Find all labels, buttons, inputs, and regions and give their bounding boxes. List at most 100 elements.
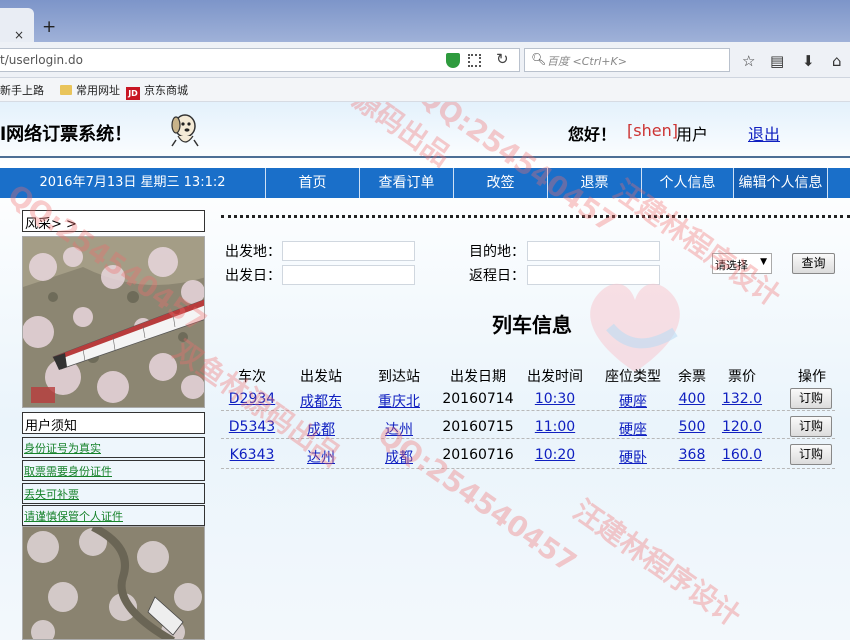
notice-section-title: 用户须知 <box>22 412 205 434</box>
dropdown-arrow-icon: ▼ <box>760 257 767 267</box>
menu-item-home[interactable]: 首页 <box>266 168 360 198</box>
jd-icon: JD <box>126 87 140 100</box>
column-header: 车次 <box>238 369 266 385</box>
column-header: 票价 <box>728 369 756 385</box>
bookmarks-bar: 新手上路 常用网址 JD 京东商城 <box>0 78 850 102</box>
remaining-tickets-link[interactable]: 500 <box>672 419 712 435</box>
bookmark-item[interactable]: 常用网址 <box>60 82 120 98</box>
arrival-station-link[interactable]: 成都 <box>368 447 430 467</box>
row-divider <box>221 438 835 439</box>
row-divider <box>221 410 835 411</box>
browser-nav-bar: t/userlogin.do ↻ 🔍︎ 百度 <Ctrl+K> ☆ ▤ ⬇ ⌂ <box>0 42 850 78</box>
return-date-label: 返程日： <box>469 268 525 284</box>
notice-link[interactable]: 身份证号为真实 <box>22 437 205 458</box>
tab-close-icon[interactable]: × <box>14 28 24 42</box>
train-photo <box>22 236 205 408</box>
remaining-tickets-link[interactable]: 368 <box>672 447 712 463</box>
search-box[interactable]: 🔍︎ 百度 <Ctrl+K> <box>524 48 730 72</box>
browser-tab[interactable]: × <box>0 8 34 42</box>
home-icon[interactable]: ⌂ <box>832 52 842 70</box>
reload-icon[interactable]: ↻ <box>496 50 509 68</box>
great-wall-photo <box>22 526 205 640</box>
departure-station-link[interactable]: 成都 <box>290 419 352 439</box>
departure-date-input[interactable] <box>282 265 415 285</box>
bookmark-label: 京东商城 <box>144 84 188 97</box>
departure-station-link[interactable]: 成都东 <box>290 391 352 411</box>
seat-type-link[interactable]: 硬卧 <box>596 447 670 467</box>
dotted-divider <box>221 215 850 218</box>
departure-station-label: 出发地： <box>225 244 281 260</box>
remaining-tickets-link[interactable]: 400 <box>672 391 712 407</box>
menu-item-orders[interactable]: 查看订单 <box>360 168 454 198</box>
menu-item-edit-profile[interactable]: 编辑个人信息 <box>734 168 828 198</box>
menu-item-change-ticket[interactable]: 改签 <box>454 168 548 198</box>
search-placeholder: 百度 <Ctrl+K> <box>547 55 627 68</box>
departure-time-link[interactable]: 10:20 <box>522 447 588 463</box>
browser-tab-bar: × + <box>0 0 850 42</box>
option-select[interactable]: 请选择 ▼ <box>712 253 772 274</box>
column-header: 余票 <box>678 369 706 385</box>
book-button[interactable]: 订购 <box>790 416 832 437</box>
seat-type-link[interactable]: 硬座 <box>596 391 670 411</box>
watermark-text: 双鱼林源码出品 <box>277 102 457 173</box>
departure-time-link[interactable]: 11:00 <box>522 419 588 435</box>
download-icon[interactable]: ⬇ <box>802 52 815 70</box>
train-number-link[interactable]: K6343 <box>226 447 278 463</box>
price-link[interactable]: 132.0 <box>718 391 766 407</box>
search-icon: 🔍︎ <box>531 52 547 66</box>
query-button[interactable]: 查询 <box>792 253 835 274</box>
departure-time-link[interactable]: 10:30 <box>522 391 588 407</box>
reading-list-icon[interactable]: ▤ <box>770 52 784 70</box>
row-divider <box>221 468 835 469</box>
train-number-link[interactable]: D2934 <box>226 391 278 407</box>
shield-icon[interactable] <box>446 53 460 68</box>
departure-date-label: 出发日： <box>225 268 281 284</box>
url-text: t/userlogin.do <box>0 53 83 67</box>
user-suffix: 用户 <box>676 125 709 144</box>
bookmark-item[interactable]: 新手上路 <box>0 82 44 98</box>
menu-item-refund[interactable]: 退票 <box>548 168 642 198</box>
select-value: 请选择 <box>715 259 748 272</box>
column-header: 出发时间 <box>527 369 583 385</box>
arrival-station-link[interactable]: 达州 <box>368 419 430 439</box>
menu-item-profile[interactable]: 个人信息 <box>642 168 734 198</box>
page-content: l网络订票系统！ 您好！ [shen] 用户 退出 2016年7月13日 星期三… <box>0 102 850 640</box>
departure-station-input[interactable] <box>282 241 415 261</box>
username: [shen] <box>627 121 678 140</box>
bookmark-label: 常用网址 <box>76 84 120 97</box>
dog-mascot-icon <box>171 114 199 147</box>
price-link[interactable]: 120.0 <box>718 419 766 435</box>
new-tab-icon[interactable]: + <box>42 17 56 37</box>
column-header: 到达站 <box>378 369 420 385</box>
departure-date-cell: 20160716 <box>442 447 514 463</box>
notice-link[interactable]: 请谨慎保管个人证件 <box>22 505 205 526</box>
departure-station-link[interactable]: 达州 <box>290 447 352 467</box>
current-date: 2016年7月13日 星期三 13:1:2 <box>0 168 266 198</box>
qr-code-icon[interactable] <box>468 54 481 67</box>
greeting-text: 您好！ <box>568 125 617 144</box>
book-button[interactable]: 订购 <box>790 444 832 465</box>
train-number-link[interactable]: D5343 <box>226 419 278 435</box>
site-title: l网络订票系统！ <box>0 124 133 145</box>
price-link[interactable]: 160.0 <box>718 447 766 463</box>
notice-link[interactable]: 取票需要身份证件 <box>22 460 205 481</box>
bookmark-item[interactable]: JD 京东商城 <box>126 82 188 100</box>
departure-date-cell: 20160714 <box>442 391 514 407</box>
column-header: 操作 <box>798 369 826 385</box>
arrival-station-input[interactable] <box>527 241 660 261</box>
column-header: 出发站 <box>300 369 342 385</box>
address-bar[interactable]: t/userlogin.do ↻ <box>0 48 520 72</box>
departure-date-cell: 20160715 <box>442 419 514 435</box>
watermark-text: QQ:254540457 <box>371 417 583 580</box>
style-section-title: 风采> > <box>22 210 205 232</box>
folder-icon <box>60 85 72 95</box>
notice-link[interactable]: 丢失可补票 <box>22 483 205 504</box>
book-button[interactable]: 订购 <box>790 388 832 409</box>
star-icon[interactable]: ☆ <box>742 52 755 70</box>
arrival-station-link[interactable]: 重庆北 <box>368 391 430 411</box>
train-info-title: 列车信息 <box>492 313 572 337</box>
header-divider <box>0 156 850 158</box>
main-menu-bar: 2016年7月13日 星期三 13:1:2 首页 查看订单 改签 退票 个人信息… <box>0 168 850 198</box>
logout-link[interactable]: 退出 <box>748 121 780 145</box>
seat-type-link[interactable]: 硬座 <box>596 419 670 439</box>
